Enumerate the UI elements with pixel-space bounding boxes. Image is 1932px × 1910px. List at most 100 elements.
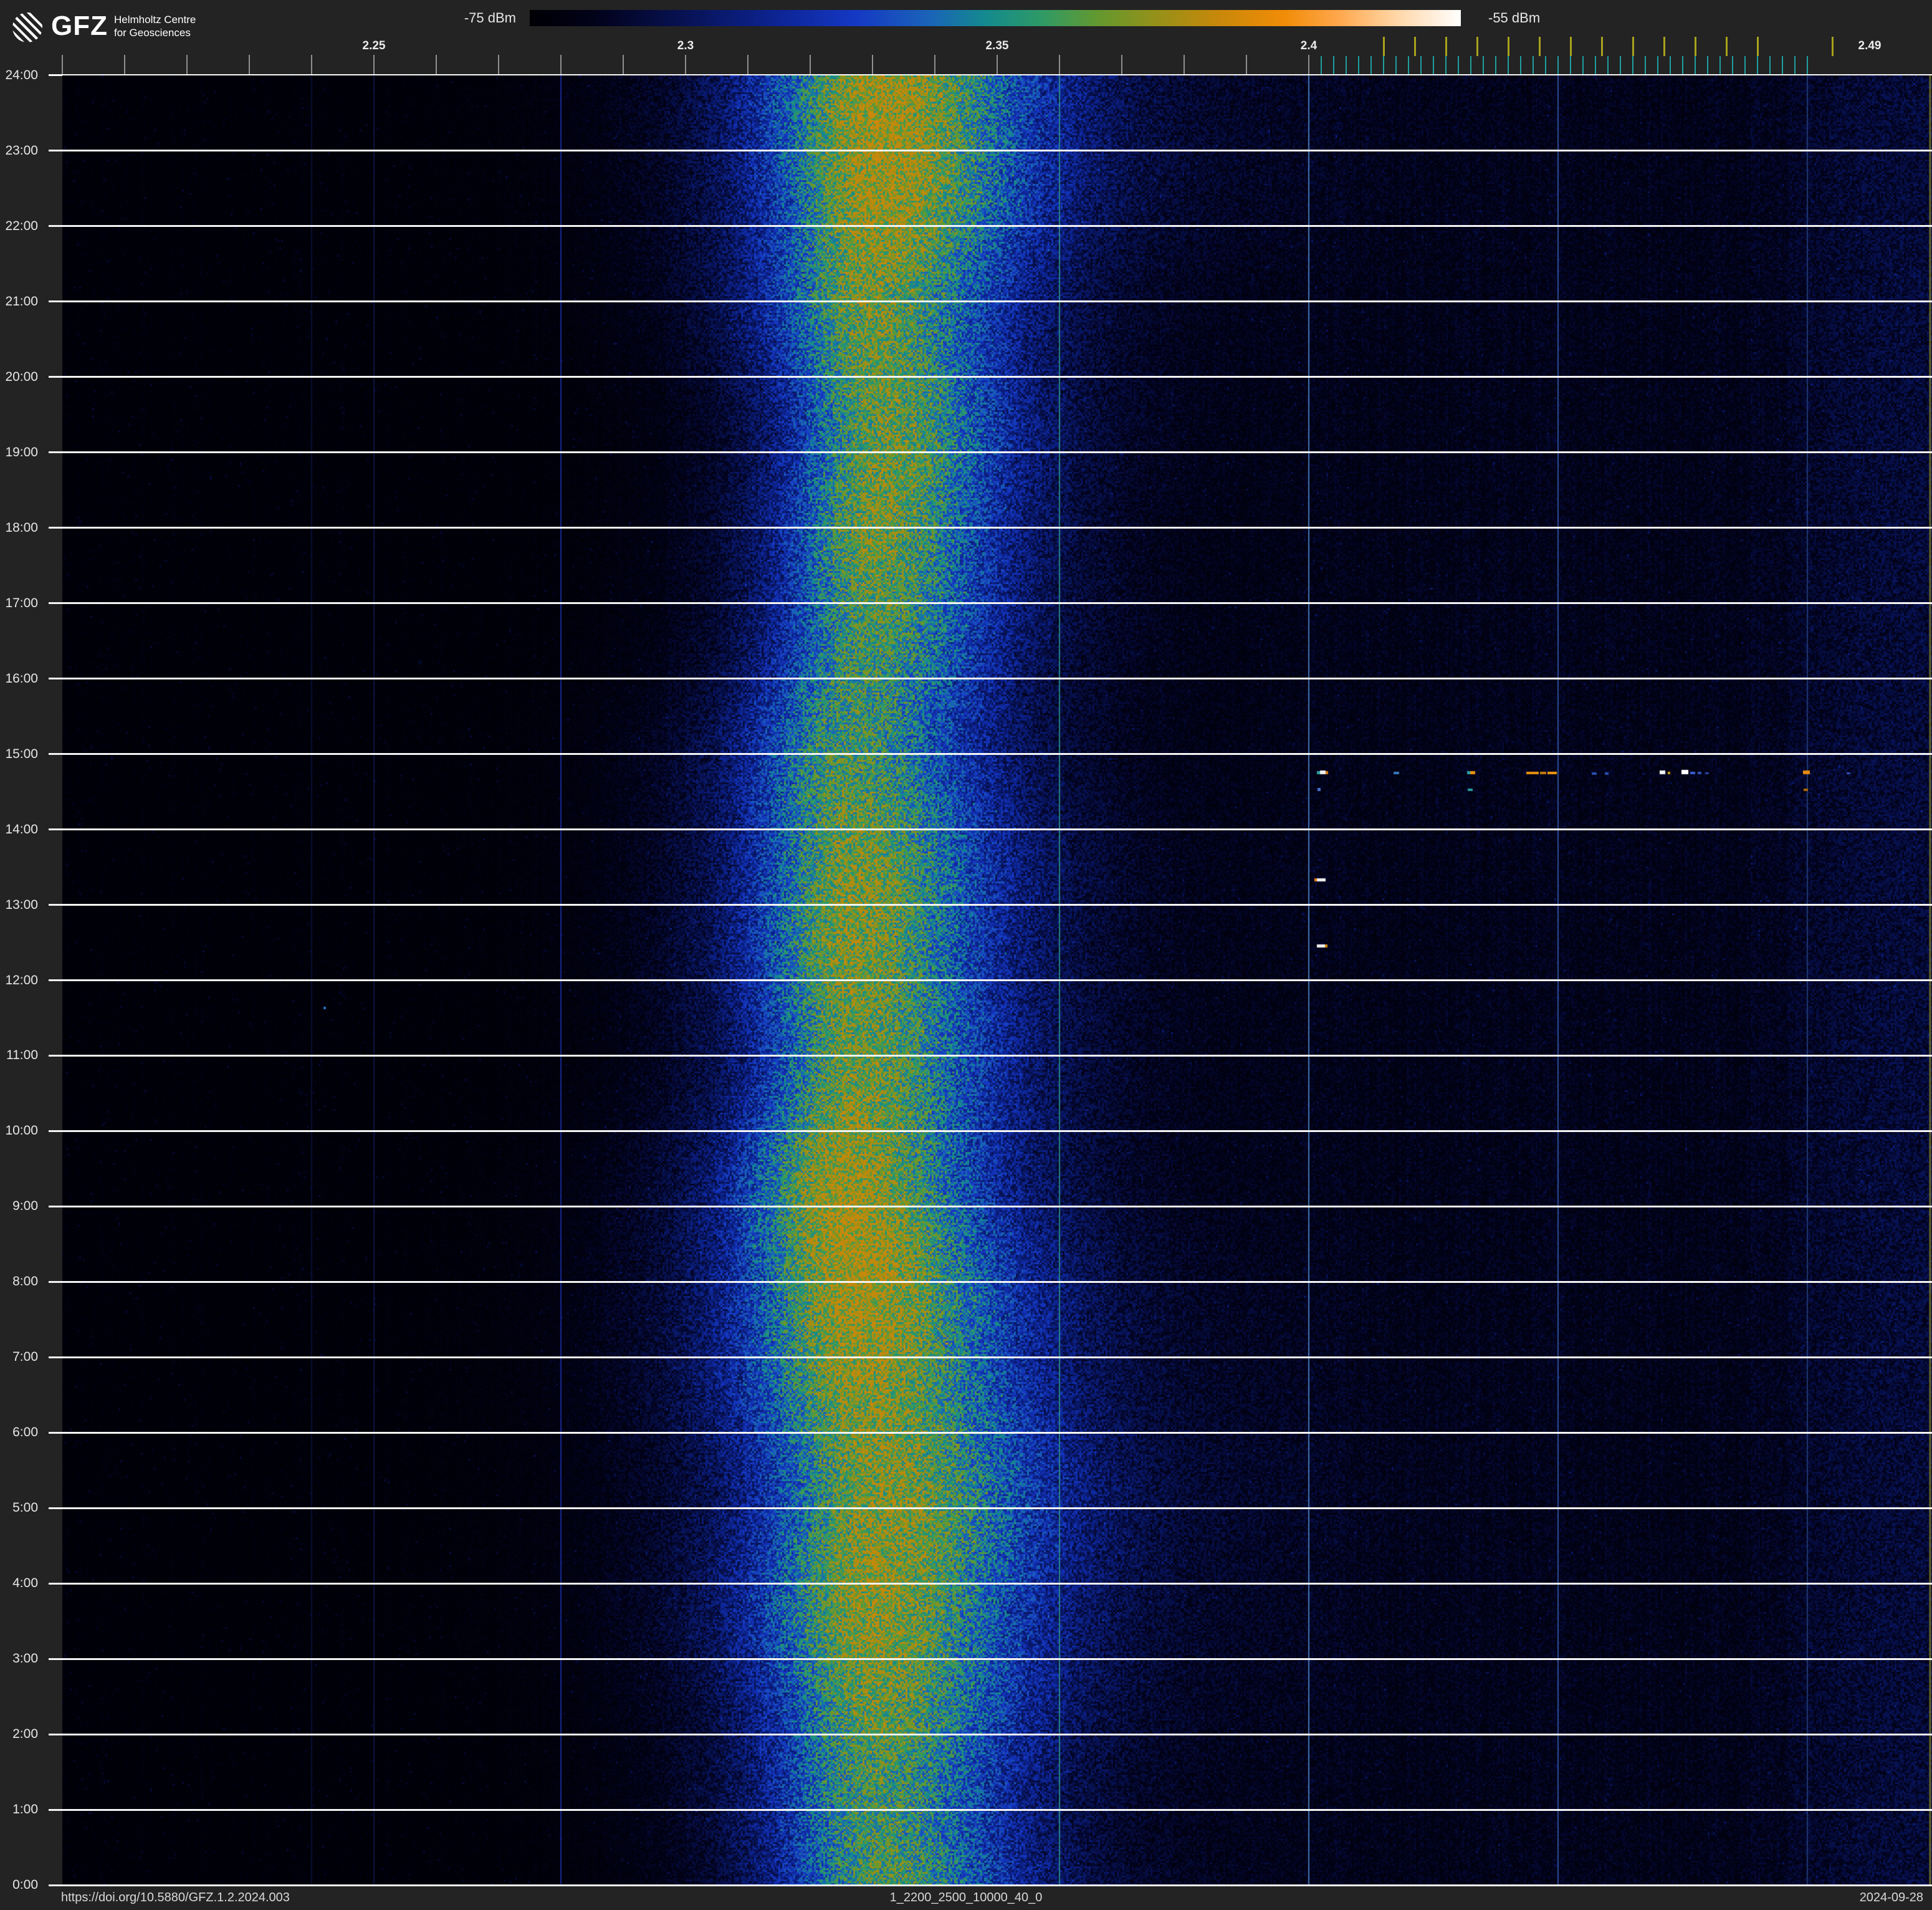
time-tick-label: 24:00 [5, 68, 38, 82]
ble-channel-tick [1744, 56, 1746, 74]
hour-gridline [49, 1884, 1932, 1886]
time-tick-label: 1:00 [12, 1802, 38, 1817]
wifi-channel-tick [1445, 37, 1447, 56]
hour-gridline [49, 753, 1932, 756]
logo-subtitle-line1: Helmholtz Centre [113, 14, 196, 26]
freq-tick-minor [1308, 55, 1309, 74]
freq-tick-minor [872, 55, 873, 74]
ble-channel-tick [1470, 56, 1471, 74]
ble-channel-tick [1420, 56, 1422, 74]
time-tick-label: 16:00 [5, 671, 38, 686]
hour-gridline [49, 1205, 1932, 1207]
ble-channel-tick [1632, 56, 1633, 74]
ble-channel-tick [1508, 56, 1509, 74]
ble-channel-tick [1520, 56, 1521, 74]
freq-tick-minor [249, 55, 250, 74]
ble-channel-tick [1445, 56, 1447, 74]
freq-tick-minor [1121, 55, 1122, 74]
time-tick-label: 11:00 [6, 1048, 38, 1063]
wifi-channel-tick [1569, 37, 1572, 56]
time-tick-label: 12:00 [5, 972, 38, 987]
time-tick-label: 6:00 [12, 1425, 38, 1440]
ble-channel-tick [1682, 56, 1683, 74]
time-tick-label: 13:00 [5, 897, 38, 912]
hour-gridline [49, 225, 1932, 228]
ble-channel-tick [1545, 56, 1546, 74]
wifi-channel-tick [1600, 37, 1603, 56]
doi-link[interactable]: https://doi.org/10.5880/GFZ.1.2.2024.003 [61, 1888, 290, 1908]
hour-gridline [49, 1658, 1932, 1660]
hour-gridline [49, 150, 1932, 152]
ble-channel-tick [1620, 56, 1621, 74]
ble-channel-tick [1333, 56, 1334, 74]
freq-tick-minor [623, 55, 624, 74]
ble-channel-tick [1557, 56, 1559, 74]
date-label: 2024-09-28 [1859, 1891, 1923, 1904]
hour-gridline [49, 376, 1932, 378]
freq-tick-label: 2.3 [677, 39, 694, 52]
freq-tick-minor [124, 55, 125, 74]
ble-channel-tick [1732, 56, 1733, 74]
hour-gridline [49, 1431, 1932, 1434]
ble-channel-tick [1807, 56, 1808, 74]
hour-gridline [49, 678, 1932, 680]
ble-channel-tick [1657, 56, 1658, 74]
wifi-channel-tick [1476, 37, 1478, 56]
ble-channel-tick [1495, 56, 1496, 74]
logo-brand: GFZ [51, 11, 108, 41]
ble-channel-tick [1670, 56, 1671, 74]
hour-gridline [49, 979, 1932, 981]
freq-tick-minor [498, 55, 499, 74]
time-tick-label: 21:00 [5, 294, 38, 309]
colorbar-gradient [530, 10, 1461, 26]
ble-channel-tick [1458, 56, 1459, 74]
hour-gridline [49, 602, 1932, 605]
time-tick-label: 10:00 [5, 1123, 38, 1138]
freq-tick-minor [747, 55, 748, 74]
time-tick-label: 20:00 [5, 369, 38, 384]
ble-channel-tick [1346, 56, 1347, 74]
logo-subtitle: Helmholtz Centre for Geosciences [114, 13, 196, 39]
freq-tick-minor [373, 55, 375, 74]
freq-tick-minor [997, 55, 998, 74]
ble-channel-tick [1433, 56, 1434, 74]
ble-channel-tick [1707, 56, 1708, 74]
time-tick-label: 22:00 [5, 218, 38, 233]
ble-channel-tick [1695, 56, 1696, 74]
ble-channel-tick [1383, 56, 1384, 74]
ble-channel-tick [1408, 56, 1409, 74]
freq-tick-label: 2.25 [362, 39, 386, 52]
freq-tick-minor [62, 55, 63, 74]
ble-channel-tick [1757, 56, 1758, 74]
logo-subtitle-line2: for Geosciences [113, 27, 191, 39]
time-tick-label: 19:00 [5, 444, 38, 459]
wifi-channel-tick [1663, 37, 1665, 56]
page-root: { "page": {"background": "#232323", "wid… [0, 0, 1932, 1910]
ble-channel-tick [1607, 56, 1609, 74]
freq-tick-minor [685, 55, 686, 74]
hour-gridline [49, 1582, 1932, 1585]
freq-tick-minor [311, 55, 312, 74]
colorbar-min-label: -75 dBm [464, 10, 516, 26]
time-tick-label: 2:00 [12, 1727, 38, 1742]
ble-channel-tick [1595, 56, 1596, 74]
ble-channel-tick [1769, 56, 1771, 74]
freq-tick-minor [560, 55, 562, 74]
gfz-logo: GFZ Helmholtz Centre for Geosciences [12, 10, 196, 42]
hour-gridline [49, 527, 1932, 529]
time-tick-label: 0:00 [12, 1878, 38, 1892]
freq-tick-minor [1059, 55, 1060, 74]
time-tick-label: 18:00 [5, 520, 38, 535]
ble-channel-tick [1533, 56, 1534, 74]
time-tick-label: 7:00 [12, 1350, 38, 1365]
time-tick-label: 15:00 [5, 746, 38, 761]
time-tick-label: 9:00 [12, 1199, 38, 1214]
hour-gridline [49, 1808, 1932, 1811]
hour-gridline [49, 451, 1932, 454]
wifi-channel-tick [1507, 37, 1509, 56]
freq-tick-minor [810, 55, 811, 74]
time-tick-label: 8:00 [12, 1274, 38, 1289]
ble-channel-tick [1645, 56, 1646, 74]
time-tick-label: 17:00 [5, 595, 38, 610]
freq-tick-minor [186, 55, 188, 74]
